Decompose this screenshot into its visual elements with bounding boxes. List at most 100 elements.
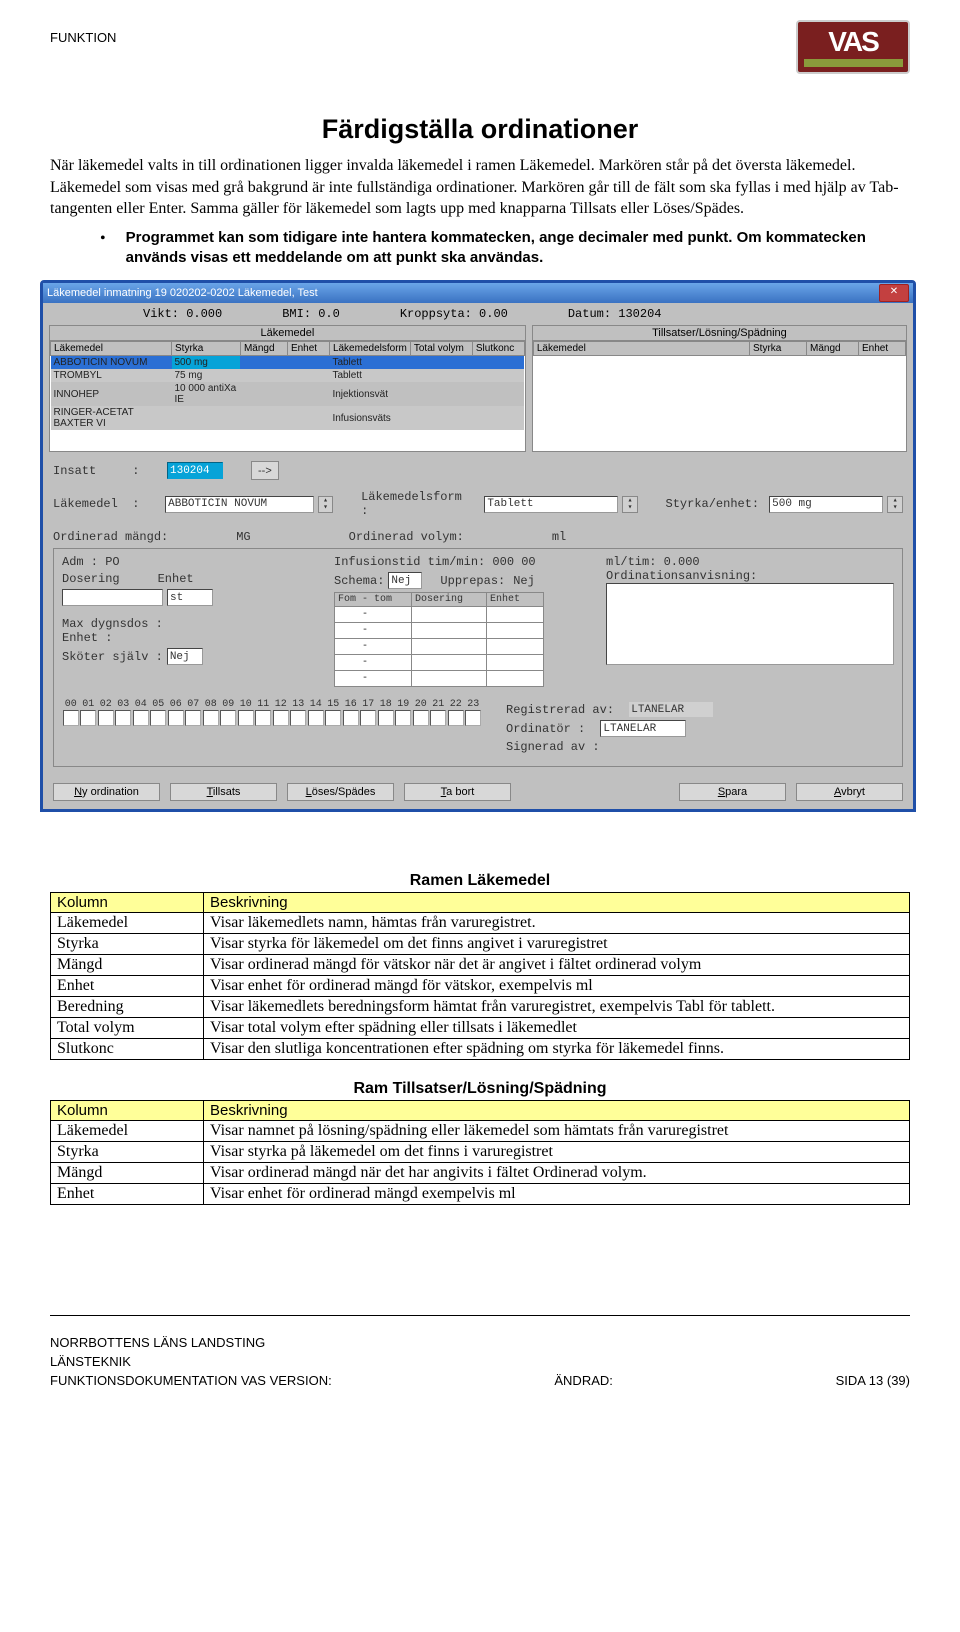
dosering-input[interactable] [62,589,163,606]
t1-h1: Kolumn [51,893,204,913]
hour-box[interactable] [63,710,79,726]
hour-cell[interactable]: 21 [430,699,448,726]
ord-input[interactable]: LTANELAR [600,720,686,737]
spinner-icon[interactable]: ▴▾ [887,496,903,513]
hour-box[interactable] [133,710,149,726]
col-r-enh[interactable]: Enhet [859,342,906,356]
hour-cell[interactable]: 15 [325,699,343,726]
hour-box[interactable] [80,710,96,726]
status-vikt: Vikt: 0.000 [143,307,222,321]
hour-cell[interactable]: 16 [342,699,360,726]
col-lakemedel[interactable]: Läkemedel [51,342,172,356]
schedule-table[interactable]: Fom - tomDoseringEnhet - - - - - [334,592,544,687]
lakform-input[interactable]: Tablett [484,496,618,513]
hour-box[interactable] [465,710,481,726]
hour-box[interactable] [255,710,271,726]
schema-input[interactable]: Nej [388,572,422,589]
hour-cell[interactable]: 00 [62,699,80,726]
col-slutk[interactable]: Slutkonc [472,342,524,356]
hour-box[interactable] [238,710,254,726]
table2-title: Ram Tillsatser/Lösning/Spädning [50,1080,910,1098]
table-row: Total volymVisar total volym efter spädn… [51,1018,910,1039]
table-row[interactable]: INNOHEP10 000 antiXa IEInjektionsvät [51,382,525,406]
lakemedel-input[interactable]: ABBOTICIN NOVUM [165,496,314,513]
col-form[interactable]: Läkemedelsform [329,342,410,356]
hour-box[interactable] [168,710,184,726]
hour-cell[interactable]: 02 [97,699,115,726]
window-titlebar[interactable]: Läkemedel inmatning 19 020202-0202 Läkem… [43,283,913,303]
hour-box[interactable] [448,710,464,726]
tillsats-button[interactable]: Tillsats [170,783,277,801]
col-r-sty[interactable]: Styrka [750,342,807,356]
hour-box[interactable] [203,710,219,726]
avbryt-button[interactable]: Avbryt [796,783,903,801]
col-styrka[interactable]: Styrka [172,342,241,356]
hour-cell[interactable]: 17 [360,699,378,726]
hour-box[interactable] [290,710,306,726]
inner-panel: Adm : PO Dosering Enhet st Max dygnsdos … [53,548,903,767]
hour-box[interactable] [360,710,376,726]
hour-box[interactable] [378,710,394,726]
hour-cell[interactable]: 08 [202,699,220,726]
col-tvol[interactable]: Total volym [410,342,472,356]
hour-cell[interactable]: 12 [272,699,290,726]
hour-cell[interactable]: 04 [132,699,150,726]
hour-box[interactable] [220,710,236,726]
spinner-icon[interactable]: ▴▾ [622,496,638,513]
app-window: Läkemedel inmatning 19 020202-0202 Läkem… [40,280,916,812]
close-icon[interactable]: ✕ [879,284,909,302]
hour-box[interactable] [413,710,429,726]
hour-box[interactable] [308,710,324,726]
hour-box[interactable] [395,710,411,726]
table-row[interactable]: TROMBYL75 mgTablett [51,369,525,382]
spara-button[interactable]: Spara [679,783,786,801]
hour-cell[interactable]: 06 [167,699,185,726]
styrka-input[interactable]: 500 mg [769,496,883,513]
hour-box[interactable] [325,710,341,726]
pane-tillsatser: Tillsatser/Lösning/Spädning Läkemedel St… [532,325,907,452]
col-r-man[interactable]: Mängd [807,342,859,356]
hour-cell[interactable]: 07 [185,699,203,726]
col-enhet[interactable]: Enhet [287,342,329,356]
hour-cell[interactable]: 22 [447,699,465,726]
upprepas-label: Upprepas: [440,574,505,588]
ny-ordination-button[interactable]: Ny ordination [53,783,160,801]
skoter-input[interactable]: Nej [167,648,203,665]
hour-box[interactable] [273,710,289,726]
hour-box[interactable] [185,710,201,726]
hour-box[interactable] [343,710,359,726]
arrow-button[interactable]: --> [251,461,279,480]
hour-cell[interactable]: 10 [237,699,255,726]
loses-button[interactable]: Löses/Spädes [287,783,394,801]
hour-cell[interactable]: 20 [412,699,430,726]
hour-cell[interactable]: 23 [465,699,483,726]
hours-grid[interactable]: 0001020304050607080910111213141516171819… [62,699,482,726]
hour-cell[interactable]: 14 [307,699,325,726]
enhet-input[interactable]: st [167,589,213,606]
hour-cell[interactable]: 09 [220,699,238,726]
spinner-icon[interactable]: ▴▾ [318,496,334,513]
hour-cell[interactable]: 03 [115,699,133,726]
hour-box[interactable] [115,710,131,726]
hour-cell[interactable]: 13 [290,699,308,726]
hour-cell[interactable]: 19 [395,699,413,726]
insatt-input[interactable]: 130204 [167,462,223,479]
page-title: Färdigställa ordinationer [50,114,910,145]
tabort-button[interactable]: Ta bort [404,783,511,801]
ordanv-textarea[interactable] [606,583,894,665]
col-r-lak[interactable]: Läkemedel [533,342,749,356]
hour-box[interactable] [98,710,114,726]
col-mangd[interactable]: Mängd [240,342,287,356]
hour-box[interactable] [430,710,446,726]
hour-box[interactable] [150,710,166,726]
desc-table-1: KolumnBeskrivning LäkemedelVisar läkemed… [50,892,910,1060]
grid-lakemedel[interactable]: Läkemedel Styrka Mängd Enhet Läkemedelsf… [50,341,525,430]
table-row[interactable]: RINGER-ACETAT BAXTER VIInfusionsväts [51,406,525,430]
hour-cell[interactable]: 05 [150,699,168,726]
footer-mid: ÄNDRAD: [554,1373,613,1388]
hour-cell[interactable]: 01 [80,699,98,726]
hour-cell[interactable]: 18 [377,699,395,726]
hour-cell[interactable]: 11 [255,699,273,726]
grid-tillsatser[interactable]: Läkemedel Styrka Mängd Enhet [533,341,906,356]
table-row[interactable]: ABBOTICIN NOVUM500 mgTablett [51,356,525,370]
